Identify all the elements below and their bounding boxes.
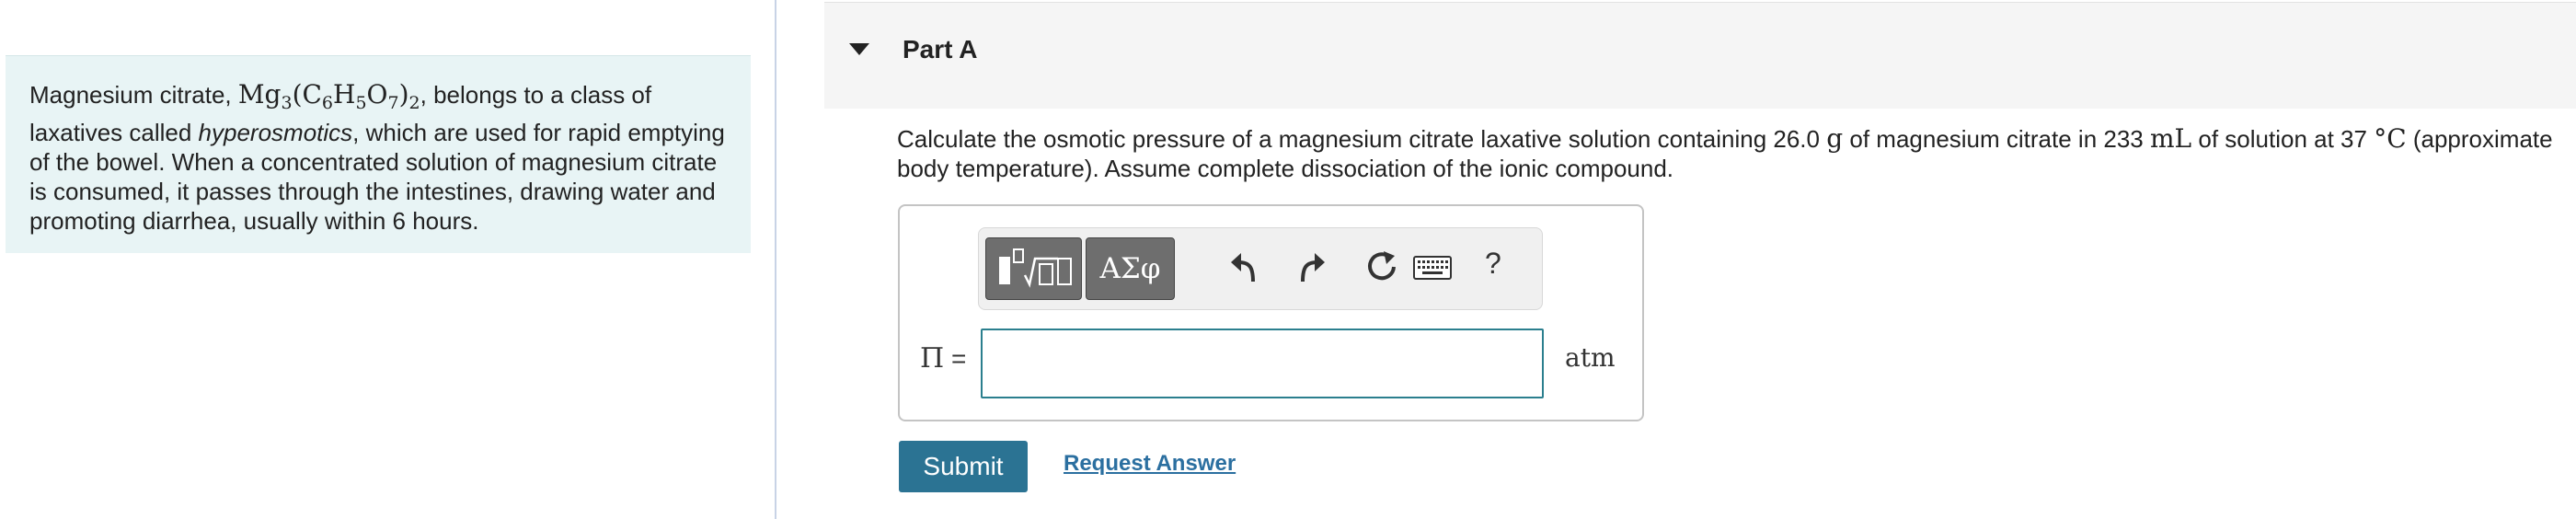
- reset-icon[interactable]: [1363, 248, 1400, 285]
- keyboard-icon[interactable]: [1413, 256, 1452, 280]
- templates-icon: [999, 248, 1072, 288]
- help-button[interactable]: ?: [1485, 247, 1501, 281]
- intro-text: Magnesium citrate, Mg3(C6H5O7)2, belongs…: [29, 79, 725, 236]
- part-a-header[interactable]: Part A: [824, 2, 2576, 109]
- answer-box: ΑΣφ ? Π = atm: [898, 204, 1644, 421]
- answer-input[interactable]: [981, 329, 1544, 398]
- unit-label: atm: [1565, 342, 1616, 373]
- request-answer-link[interactable]: Request Answer: [1064, 451, 1236, 477]
- math-toolbar: ΑΣφ ?: [978, 227, 1543, 310]
- column-divider: [775, 0, 776, 519]
- submit-button[interactable]: Submit: [899, 441, 1028, 492]
- caret-down-icon[interactable]: [849, 43, 869, 55]
- osmotic-pressure-label: Π =: [920, 342, 967, 375]
- undo-icon[interactable]: [1229, 248, 1260, 285]
- templates-button[interactable]: [985, 237, 1082, 300]
- greek-symbols-button[interactable]: ΑΣφ: [1086, 237, 1175, 300]
- question-text: Calculate the osmotic pressure of a magn…: [897, 123, 2553, 183]
- intro-panel: Magnesium citrate, Mg3(C6H5O7)2, belongs…: [6, 55, 751, 253]
- magnesium-citrate-formula: Mg3(C6H5O7)2: [237, 79, 420, 114]
- redo-icon[interactable]: [1295, 248, 1327, 285]
- part-title: Part A: [903, 35, 978, 63]
